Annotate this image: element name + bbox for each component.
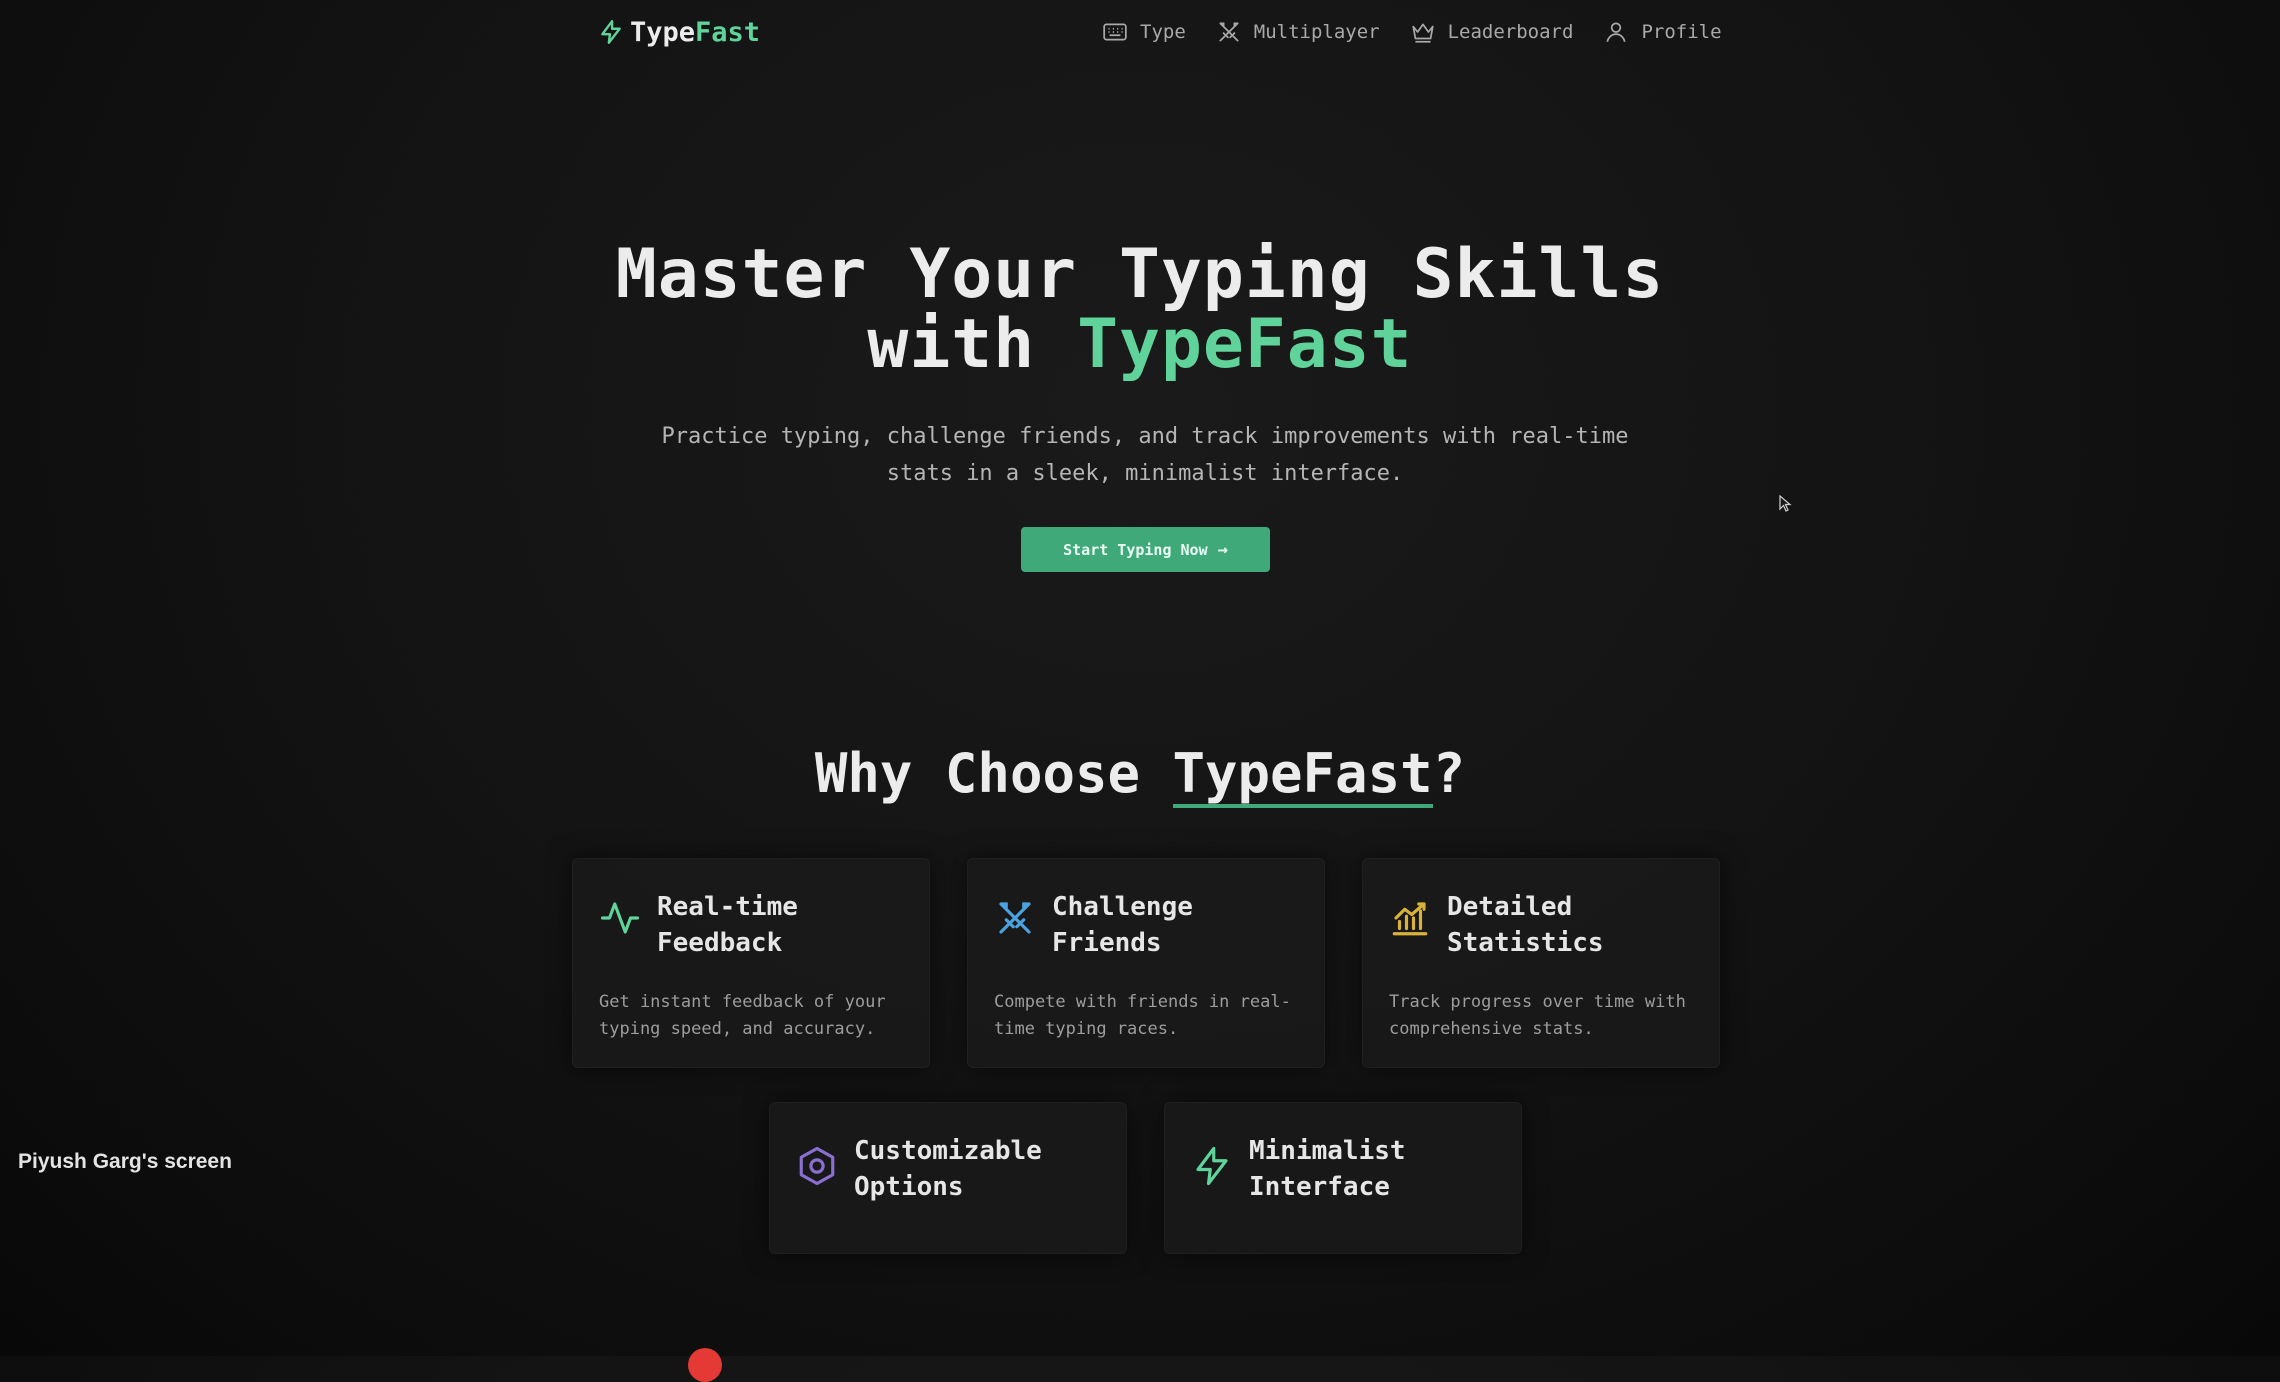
keyboard-icon [1103, 23, 1127, 41]
nav-type[interactable]: Type [1102, 19, 1186, 45]
nav-leaderboard-label: Leaderboard [1447, 21, 1574, 43]
feature-card-detailed-statistics: Detailed Statistics Track progress over … [1362, 858, 1720, 1068]
feature-card-title: Real-time Feedback [657, 892, 798, 958]
logo-text: Type [630, 16, 696, 48]
crossed-swords-icon [1219, 22, 1239, 42]
start-typing-label: Start Typing Now [1063, 540, 1208, 559]
nav-multiplayer-label: Multiplayer [1253, 21, 1380, 43]
hero-title-line1: Master Your Typing Skills [615, 235, 1665, 314]
nav-type-label: Type [1140, 21, 1186, 43]
hero-title-accent: TypeFast [1077, 305, 1413, 384]
logo-text-accent: Fast [695, 16, 761, 48]
crown-icon [1411, 23, 1434, 43]
feature-card-description: Compete with friends in real-time typing… [994, 992, 1291, 1039]
activity-pulse-icon [600, 902, 640, 934]
settings-hexagon-icon [799, 1146, 835, 1186]
feature-card-minimalist-interface: Minimalist Interface [1164, 1102, 1522, 1254]
hero-title-prefix: with [867, 305, 1078, 384]
top-navbar: TypeFast Type Multiplayer Leaderboard Pr… [0, 0, 2280, 64]
screen-share-label: Piyush Garg's screen [18, 1150, 232, 1173]
lightning-icon [1196, 1146, 1228, 1186]
nav-multiplayer[interactable]: Multiplayer [1216, 19, 1380, 45]
start-typing-button[interactable]: Start Typing Now → [1021, 527, 1270, 572]
feature-card-title: Minimalist Interface [1249, 1136, 1406, 1202]
arrow-right-icon: → [1217, 539, 1228, 560]
feature-card-description: Get instant feedback of your typing spee… [599, 992, 886, 1039]
nav-profile[interactable]: Profile [1603, 19, 1722, 45]
features-heading-accent: TypeFast [1172, 744, 1433, 808]
lightning-icon [601, 19, 621, 45]
feature-card-customizable-options: Customizable Options [769, 1102, 1127, 1254]
feature-card-description: Track progress over time with comprehens… [1389, 992, 1686, 1039]
feature-card-challenge-friends: Challenge Friends Compete with friends i… [967, 858, 1325, 1068]
user-icon [1606, 22, 1626, 42]
crossed-swords-icon [999, 902, 1031, 934]
logo[interactable]: TypeFast [598, 12, 760, 52]
nav-profile-label: Profile [1641, 21, 1722, 43]
hero-title: Master Your Typing Skills with TypeFast [0, 240, 2280, 380]
feature-card-title: Challenge Friends [1052, 892, 1193, 958]
mouse-cursor-icon [1779, 495, 1792, 512]
hero-subtitle: Practice typing, challenge friends, and … [661, 424, 1629, 486]
features-heading-prefix: Why Choose [814, 742, 1173, 805]
nav-leaderboard[interactable]: Leaderboard [1410, 19, 1574, 45]
features-heading-suffix: ? [1432, 742, 1466, 805]
feature-card-title: Detailed Statistics [1447, 892, 1604, 958]
feature-card-realtime-feedback: Real-time Feedback Get instant feedback … [572, 858, 930, 1068]
record-indicator-icon [688, 1348, 722, 1382]
nav-links: Type Multiplayer Leaderboard Profile [1102, 14, 1722, 50]
feature-card-title: Customizable Options [854, 1136, 1042, 1202]
bar-chart-icon [1392, 902, 1428, 936]
features-heading: Why Choose TypeFast? [0, 742, 2280, 808]
